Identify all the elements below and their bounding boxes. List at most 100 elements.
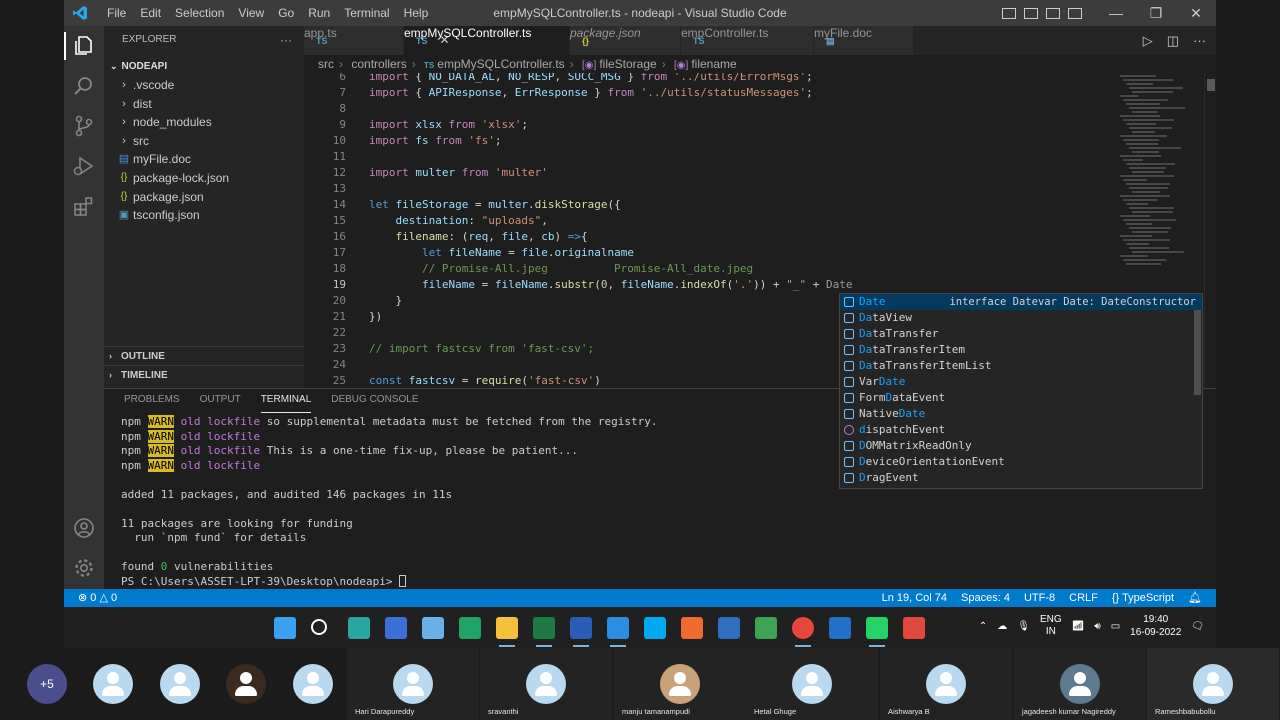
run-icon[interactable]: ▷ [1143, 33, 1153, 49]
menu-help[interactable]: Help [397, 6, 436, 20]
tree-item-tsconfig-json[interactable]: ▣ tsconfig.json [104, 206, 304, 225]
toggle-panel-icon[interactable] [1024, 7, 1038, 19]
tree-item-vscode[interactable]: › .vscode [104, 76, 304, 95]
remote-desktop-icon[interactable] [385, 617, 407, 639]
menu-view[interactable]: View [231, 6, 271, 20]
menu-go[interactable]: Go [271, 6, 301, 20]
breadcrumb-filestorage[interactable]: fileStorage [599, 57, 656, 71]
file-explorer-icon[interactable] [496, 617, 518, 639]
cursor-position[interactable]: Ln 19, Col 74 [882, 589, 947, 607]
suggestion-item[interactable]: Date interface Datevar Date: DateConstruc… [840, 294, 1202, 310]
suggestion-item[interactable]: DOMMatrixReadOnly [840, 438, 1202, 454]
split-editor-icon[interactable]: ◫ [1167, 33, 1179, 49]
suggestion-item[interactable]: DataTransferItem [840, 342, 1202, 358]
notepad-icon[interactable] [422, 617, 444, 639]
suggestion-item[interactable]: NativeDate [840, 406, 1202, 422]
notification-icon[interactable]: 🗨︎ [1191, 621, 1204, 632]
minimap[interactable] [1120, 73, 1202, 293]
suggestion-item[interactable]: VarDate [840, 374, 1202, 390]
mongodb-compass-icon[interactable] [755, 617, 777, 639]
tree-item-package-json[interactable]: {} package.json [104, 188, 304, 207]
tab-problems[interactable]: PROBLEMS [114, 389, 190, 413]
encoding[interactable]: UTF-8 [1024, 589, 1055, 607]
postman-icon[interactable] [681, 617, 703, 639]
more-actions-icon[interactable]: ··· [1193, 33, 1206, 49]
participant-tile[interactable]: manju tamanampudi [614, 648, 746, 720]
participant-tile[interactable]: Rameshbabubollu [1147, 648, 1279, 720]
suggestion-item[interactable]: DataTransferItemList [840, 358, 1202, 374]
editor-scrollbar[interactable] [1204, 73, 1216, 388]
tab-package-json[interactable]: {} package.json [570, 26, 681, 55]
microphone-icon[interactable]: 🎙︎ [1017, 621, 1030, 632]
wifi-icon[interactable]: 📶︎ [1072, 621, 1085, 632]
input-language[interactable]: ENG IN [1040, 614, 1062, 638]
tab-myfile-doc[interactable]: ▤ myFile.doc [814, 26, 914, 55]
chevron-up-icon[interactable]: ⌃ [979, 621, 987, 632]
run-debug-icon[interactable] [72, 154, 96, 178]
restore-button[interactable]: ❐ [1136, 5, 1176, 22]
clock[interactable]: 19:40 16-09-2022 [1130, 613, 1181, 639]
breadcrumb-filename[interactable]: filename [691, 57, 736, 71]
customize-layout-icon[interactable] [1068, 7, 1082, 19]
onedrive-cloud-icon[interactable]: ☁ [997, 621, 1007, 632]
explorer-icon[interactable] [72, 34, 96, 58]
settings-gear-icon[interactable] [72, 556, 96, 580]
indentation[interactable]: Spaces: 4 [961, 589, 1010, 607]
search-icon[interactable] [72, 74, 96, 98]
search-icon[interactable] [311, 619, 327, 635]
suggestion-item[interactable]: DeviceOrientationEvent [840, 454, 1202, 470]
anydesk-icon[interactable] [903, 617, 925, 639]
participant-tile[interactable]: Aishwarya B [880, 648, 1012, 720]
language-mode[interactable]: {} TypeScript [1112, 589, 1174, 607]
chrome-icon[interactable] [792, 617, 814, 639]
breadcrumb-controllers[interactable]: controllers [351, 57, 406, 71]
tree-item-myfile-doc[interactable]: ▤ myFile.doc [104, 150, 304, 169]
vscode-icon[interactable] [607, 617, 629, 639]
tab-app-ts[interactable]: TS app.ts [304, 26, 404, 55]
tree-item-src[interactable]: › src [104, 132, 304, 151]
toggle-sidebar-icon[interactable] [1002, 7, 1016, 19]
toggle-secondary-sidebar-icon[interactable] [1046, 7, 1060, 19]
tree-item-node-modules[interactable]: › node_modules [104, 113, 304, 132]
app-icon[interactable] [718, 617, 740, 639]
workspace-root[interactable]: ⌄ NODEAPI [104, 56, 304, 76]
browser-icon[interactable] [348, 617, 370, 639]
tab-empmysqlcontroller-ts[interactable]: TS empMySQLController.ts ✕ [404, 26, 570, 55]
suggestion-item[interactable]: DragEvent [840, 470, 1202, 486]
tab-empcontroller-ts[interactable]: TS empController.ts [681, 26, 814, 55]
menu-edit[interactable]: Edit [133, 6, 168, 20]
breadcrumb-src[interactable]: src [318, 57, 334, 71]
problems-status[interactable]: ⊗ 0 △ 0 [78, 589, 117, 607]
notifications-bell-icon[interactable]: 🔔︎ [1188, 589, 1202, 607]
volume-icon[interactable]: 🔊︎ [1094, 621, 1100, 632]
skype-icon[interactable] [644, 617, 666, 639]
tree-item-package-lock-json[interactable]: {} package-lock.json [104, 169, 304, 188]
suggestion-item[interactable]: dispatchEvent [840, 422, 1202, 438]
outline-section[interactable]: › OUTLINE [104, 346, 304, 365]
participant-tile[interactable]: Hetal Ghuge [746, 648, 878, 720]
more-actions-icon[interactable]: ··· [280, 26, 292, 54]
participant-tile[interactable]: sravanthi [480, 648, 612, 720]
outlook-icon[interactable] [829, 617, 851, 639]
tab-terminal[interactable]: TERMINAL [251, 389, 322, 413]
suggestion-item[interactable]: FormDataEvent [840, 390, 1202, 406]
battery-icon[interactable]: ▭ [1111, 621, 1120, 632]
participant-tile[interactable]: jagadeesh kumar Nagireddy [1014, 648, 1146, 720]
excel-icon[interactable] [533, 617, 555, 639]
word-icon[interactable] [570, 617, 592, 639]
timeline-section[interactable]: › TIMELINE [104, 365, 304, 384]
account-icon[interactable] [72, 516, 96, 540]
suggestion-item[interactable]: DataView [840, 310, 1202, 326]
windows-start-icon[interactable] [274, 617, 296, 639]
tree-item-dist[interactable]: › dist [104, 95, 304, 114]
suggestion-item[interactable]: DataTransfer [840, 326, 1202, 342]
minimize-button[interactable]: — [1096, 5, 1136, 21]
menu-terminal[interactable]: Terminal [337, 6, 396, 20]
tab-debug-console[interactable]: DEBUG CONSOLE [321, 389, 428, 413]
extensions-icon[interactable] [72, 194, 96, 218]
line-ending[interactable]: CRLF [1069, 589, 1098, 607]
sheets-icon[interactable] [459, 617, 481, 639]
source-control-icon[interactable] [72, 114, 96, 138]
tab-output[interactable]: OUTPUT [190, 389, 251, 413]
participant-tile[interactable]: Hari Darapureddy [347, 648, 479, 720]
